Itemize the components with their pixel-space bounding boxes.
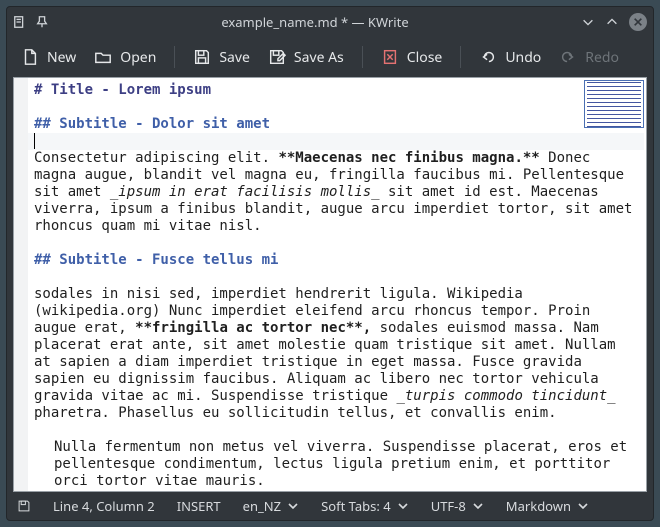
close-button[interactable]: Close [381, 48, 443, 67]
titlebar[interactable]: example_name.md * — KWrite [7, 7, 653, 37]
tabs-label: Soft Tabs: 4 [321, 497, 391, 515]
app-menu-icon[interactable] [13, 15, 27, 29]
locale-selector[interactable]: en_NZ [243, 497, 299, 515]
bold-text: **Maecenas nec finibus magna.** [278, 150, 539, 166]
minimize-icon[interactable] [581, 15, 595, 29]
redo-button[interactable]: Redo [559, 48, 619, 67]
text-content[interactable]: # Title - Lorem ipsum ## Subtitle - Dolo… [28, 82, 644, 489]
fold-gutter[interactable] [14, 78, 28, 491]
app-window: example_name.md * — KWrite New Open Save [6, 6, 654, 521]
open-button[interactable]: Open [94, 48, 156, 67]
bold-text: **fringilla ac tortor nec**, [135, 320, 371, 336]
italic-text: _turpis commodo tincidunt_ [396, 388, 615, 404]
save-as-button[interactable]: Save As [268, 48, 344, 67]
save-as-icon [268, 48, 286, 66]
para-text: Consectetur adipiscing elit. [34, 150, 278, 166]
syntax-label: Markdown [506, 497, 571, 515]
folder-open-icon [94, 48, 112, 66]
encoding-selector[interactable]: UTF-8 [431, 497, 484, 515]
encoding-label: UTF-8 [431, 497, 466, 515]
save-status-icon[interactable] [17, 499, 31, 513]
chevron-down-icon [287, 500, 299, 512]
undo-icon [479, 48, 497, 66]
tabs-selector[interactable]: Soft Tabs: 4 [321, 497, 409, 515]
separator [362, 46, 363, 68]
pin-icon[interactable] [35, 15, 49, 29]
minimap[interactable] [584, 80, 644, 128]
new-label: New [47, 48, 76, 67]
heading-2: ## Subtitle - Fusce tellus mi [34, 252, 278, 268]
maximize-icon[interactable] [605, 15, 619, 29]
chevron-down-icon [472, 500, 484, 512]
cursor-position[interactable]: Line 4, Column 2 [53, 497, 155, 515]
save-button[interactable]: Save [193, 48, 250, 67]
new-button[interactable]: New [21, 48, 76, 67]
undo-button[interactable]: Undo [479, 48, 541, 67]
locale-label: en_NZ [243, 497, 281, 515]
edit-mode[interactable]: INSERT [177, 497, 221, 515]
close-doc-icon [381, 48, 399, 66]
statusbar: Line 4, Column 2 INSERT en_NZ Soft Tabs:… [7, 492, 653, 520]
window-title: example_name.md * — KWrite [49, 13, 581, 31]
chevron-down-icon [577, 500, 589, 512]
save-icon [193, 48, 211, 66]
separator [174, 46, 175, 68]
close-window-icon[interactable] [629, 13, 647, 31]
redo-icon [559, 48, 577, 66]
open-label: Open [120, 48, 156, 67]
save-as-label: Save As [294, 48, 344, 67]
heading-1: # Title - Lorem ipsum [34, 82, 211, 98]
close-label: Close [407, 48, 443, 67]
redo-label: Redo [585, 48, 619, 67]
chevron-down-icon [397, 500, 409, 512]
blockquote-text: Nulla fermentum non metus vel viverra. S… [34, 439, 634, 490]
heading-2: ## Subtitle - Dolor sit amet [34, 116, 270, 132]
file-new-icon [21, 48, 39, 66]
toolbar: New Open Save Save As Close Undo Redo [7, 37, 653, 77]
syntax-selector[interactable]: Markdown [506, 497, 589, 515]
undo-label: Undo [505, 48, 541, 67]
editor-area[interactable]: # Title - Lorem ipsum ## Subtitle - Dolo… [13, 77, 647, 492]
separator [460, 46, 461, 68]
italic-text: _ipsum in erat facilisis mollis_ [110, 184, 380, 200]
save-label: Save [219, 48, 250, 67]
